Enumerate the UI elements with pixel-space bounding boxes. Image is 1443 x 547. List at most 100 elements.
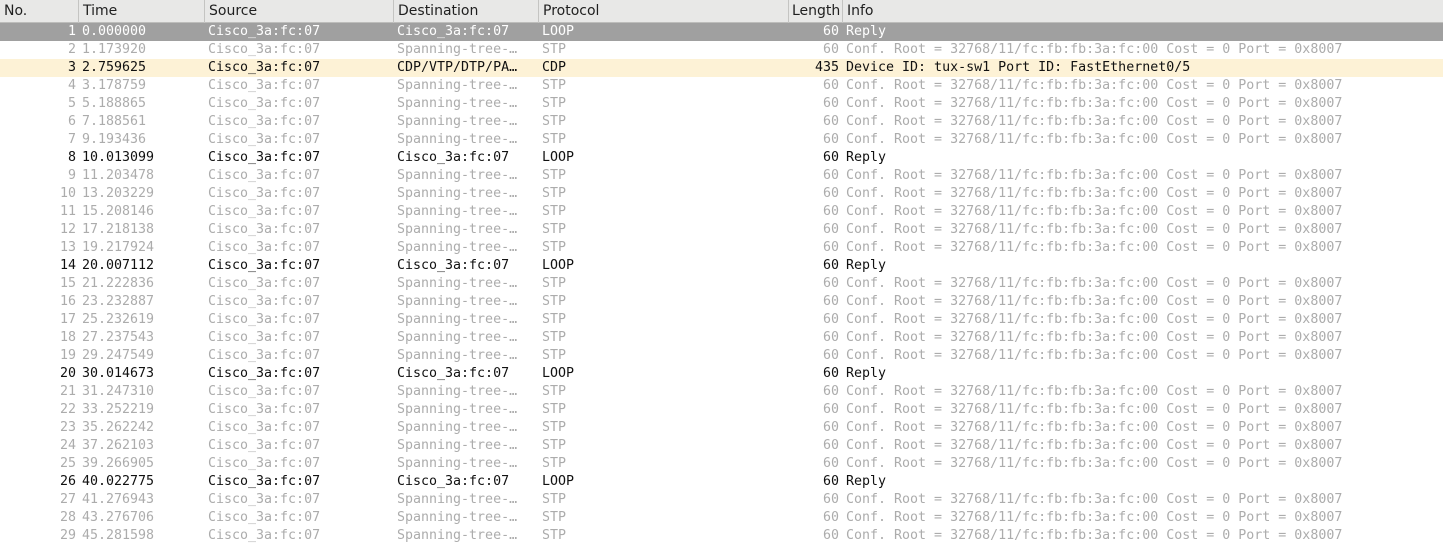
packet-row[interactable]: 12 17.218138 Cisco_3a:fc:07 Spanning-tre… — [0, 221, 1443, 239]
packet-destination: Spanning-tree-… — [397, 186, 518, 201]
packet-length: 60 — [822, 492, 839, 507]
packet-destination: Cisco_3a:fc:07 — [397, 366, 510, 381]
packet-row[interactable]: 19 29.247549 Cisco_3a:fc:07 Spanning-tre… — [0, 347, 1443, 365]
column-header-time[interactable]: Time — [79, 0, 205, 23]
packet-length: 60 — [822, 348, 839, 363]
packet-row[interactable]: 2 1.173920 Cisco_3a:fc:07 Spanning-tree-… — [0, 41, 1443, 59]
packet-number: 19 — [59, 348, 76, 363]
packet-number: 24 — [59, 438, 76, 453]
packet-info: Conf. Root = 32768/11/fc:fb:fb:3a:fc:00 … — [846, 222, 1343, 237]
packet-protocol: STP — [542, 114, 567, 129]
packet-destination: Cisco_3a:fc:07 — [397, 150, 510, 165]
packet-protocol: STP — [542, 168, 567, 183]
packet-row[interactable]: 25 39.266905 Cisco_3a:fc:07 Spanning-tre… — [0, 455, 1443, 473]
packet-time: 10.013099 — [82, 150, 155, 165]
packet-destination: Spanning-tree-… — [397, 438, 518, 453]
packet-time: 30.014673 — [82, 366, 155, 381]
packet-number: 27 — [59, 492, 76, 507]
packet-row[interactable]: 3 2.759625 Cisco_3a:fc:07 CDP/VTP/DTP/PA… — [0, 59, 1443, 77]
packet-row[interactable]: 10 13.203229 Cisco_3a:fc:07 Spanning-tre… — [0, 185, 1443, 203]
packet-source: Cisco_3a:fc:07 — [208, 402, 321, 417]
packet-row[interactable]: 6 7.188561 Cisco_3a:fc:07 Spanning-tree-… — [0, 113, 1443, 131]
packet-protocol: STP — [542, 330, 567, 345]
column-header-info[interactable]: Info — [843, 0, 1443, 23]
packet-time: 27.237543 — [82, 330, 155, 345]
packet-source: Cisco_3a:fc:07 — [208, 60, 321, 75]
packet-destination: Spanning-tree-… — [397, 492, 518, 507]
packet-protocol: STP — [542, 438, 567, 453]
packet-list-pane: No. Time Source Destination Protocol Len… — [0, 0, 1443, 547]
packet-time: 31.247310 — [82, 384, 155, 399]
packet-protocol: STP — [542, 420, 567, 435]
packet-destination: Spanning-tree-… — [397, 222, 518, 237]
packet-length: 435 — [814, 60, 839, 75]
packet-info: Conf. Root = 32768/11/fc:fb:fb:3a:fc:00 … — [846, 186, 1343, 201]
packet-info: Reply — [846, 24, 887, 39]
packet-row[interactable]: 16 23.232887 Cisco_3a:fc:07 Spanning-tre… — [0, 293, 1443, 311]
packet-protocol: STP — [542, 240, 567, 255]
packet-protocol: STP — [542, 186, 567, 201]
packet-time: 41.276943 — [82, 492, 155, 507]
packet-row[interactable]: 26 40.022775 Cisco_3a:fc:07 Cisco_3a:fc:… — [0, 473, 1443, 491]
packet-row[interactable]: 24 37.262103 Cisco_3a:fc:07 Spanning-tre… — [0, 437, 1443, 455]
packet-source: Cisco_3a:fc:07 — [208, 222, 321, 237]
packet-row[interactable]: 8 10.013099 Cisco_3a:fc:07 Cisco_3a:fc:0… — [0, 149, 1443, 167]
packet-row[interactable]: 5 5.188865 Cisco_3a:fc:07 Spanning-tree-… — [0, 95, 1443, 113]
packet-row[interactable]: 22 33.252219 Cisco_3a:fc:07 Spanning-tre… — [0, 401, 1443, 419]
packet-row[interactable]: 27 41.276943 Cisco_3a:fc:07 Spanning-tre… — [0, 491, 1443, 509]
packet-row[interactable]: 21 31.247310 Cisco_3a:fc:07 Spanning-tre… — [0, 383, 1443, 401]
packet-number: 23 — [59, 420, 76, 435]
packet-row-selected[interactable]: 1 0.000000 Cisco_3a:fc:07 Cisco_3a:fc:07… — [0, 23, 1443, 41]
packet-source: Cisco_3a:fc:07 — [208, 240, 321, 255]
column-header-destination[interactable]: Destination — [394, 0, 539, 23]
packet-source: Cisco_3a:fc:07 — [208, 150, 321, 165]
packet-row[interactable]: 29 45.281598 Cisco_3a:fc:07 Spanning-tre… — [0, 527, 1443, 545]
column-header-no[interactable]: No. — [0, 0, 79, 23]
column-header-source[interactable]: Source — [205, 0, 394, 23]
packet-row[interactable]: 28 43.276706 Cisco_3a:fc:07 Spanning-tre… — [0, 509, 1443, 527]
packet-number: 28 — [59, 510, 76, 525]
packet-source: Cisco_3a:fc:07 — [208, 528, 321, 543]
packet-row[interactable]: 4 3.178759 Cisco_3a:fc:07 Spanning-tree-… — [0, 77, 1443, 95]
packet-list-header: No. Time Source Destination Protocol Len… — [0, 0, 1443, 23]
packet-number: 7 — [67, 132, 76, 147]
packet-protocol: STP — [542, 42, 567, 57]
packet-time: 35.262242 — [82, 420, 155, 435]
packet-info: Conf. Root = 32768/11/fc:fb:fb:3a:fc:00 … — [846, 330, 1343, 345]
packet-info: Device ID: tux-sw1 Port ID: FastEthernet… — [846, 60, 1191, 75]
packet-row[interactable]: 20 30.014673 Cisco_3a:fc:07 Cisco_3a:fc:… — [0, 365, 1443, 383]
packet-row[interactable]: 18 27.237543 Cisco_3a:fc:07 Spanning-tre… — [0, 329, 1443, 347]
packet-info: Conf. Root = 32768/11/fc:fb:fb:3a:fc:00 … — [846, 402, 1343, 417]
packet-length: 60 — [822, 24, 839, 39]
packet-protocol: LOOP — [542, 366, 575, 381]
packet-row[interactable]: 23 35.262242 Cisco_3a:fc:07 Spanning-tre… — [0, 419, 1443, 437]
packet-info: Conf. Root = 32768/11/fc:fb:fb:3a:fc:00 … — [846, 276, 1343, 291]
packet-time: 11.203478 — [82, 168, 155, 183]
column-header-length[interactable]: Length — [789, 0, 843, 23]
packet-info: Conf. Root = 32768/11/fc:fb:fb:3a:fc:00 … — [846, 114, 1343, 129]
packet-row[interactable]: 9 11.203478 Cisco_3a:fc:07 Spanning-tree… — [0, 167, 1443, 185]
packet-destination: Spanning-tree-… — [397, 204, 518, 219]
packet-time: 3.178759 — [82, 78, 147, 93]
packet-row[interactable]: 7 9.193436 Cisco_3a:fc:07 Spanning-tree-… — [0, 131, 1443, 149]
packet-row[interactable]: 17 25.232619 Cisco_3a:fc:07 Spanning-tre… — [0, 311, 1443, 329]
column-header-protocol[interactable]: Protocol — [539, 0, 789, 23]
packet-number: 25 — [59, 456, 76, 471]
packet-source: Cisco_3a:fc:07 — [208, 492, 321, 507]
packet-number: 13 — [59, 240, 76, 255]
packet-length: 60 — [822, 330, 839, 345]
packet-destination: Spanning-tree-… — [397, 510, 518, 525]
packet-protocol: STP — [542, 510, 567, 525]
packet-source: Cisco_3a:fc:07 — [208, 312, 321, 327]
packet-destination: Spanning-tree-… — [397, 348, 518, 363]
packet-row[interactable]: 15 21.222836 Cisco_3a:fc:07 Spanning-tre… — [0, 275, 1443, 293]
packet-info: Conf. Root = 32768/11/fc:fb:fb:3a:fc:00 … — [846, 438, 1343, 453]
packet-destination: Spanning-tree-… — [397, 402, 518, 417]
packet-row[interactable]: 14 20.007112 Cisco_3a:fc:07 Cisco_3a:fc:… — [0, 257, 1443, 275]
packet-length: 60 — [822, 420, 839, 435]
packet-row[interactable]: 13 19.217924 Cisco_3a:fc:07 Spanning-tre… — [0, 239, 1443, 257]
packet-info: Conf. Root = 32768/11/fc:fb:fb:3a:fc:00 … — [846, 384, 1343, 399]
packet-source: Cisco_3a:fc:07 — [208, 276, 321, 291]
packet-row[interactable]: 11 15.208146 Cisco_3a:fc:07 Spanning-tre… — [0, 203, 1443, 221]
packet-protocol: STP — [542, 132, 567, 147]
